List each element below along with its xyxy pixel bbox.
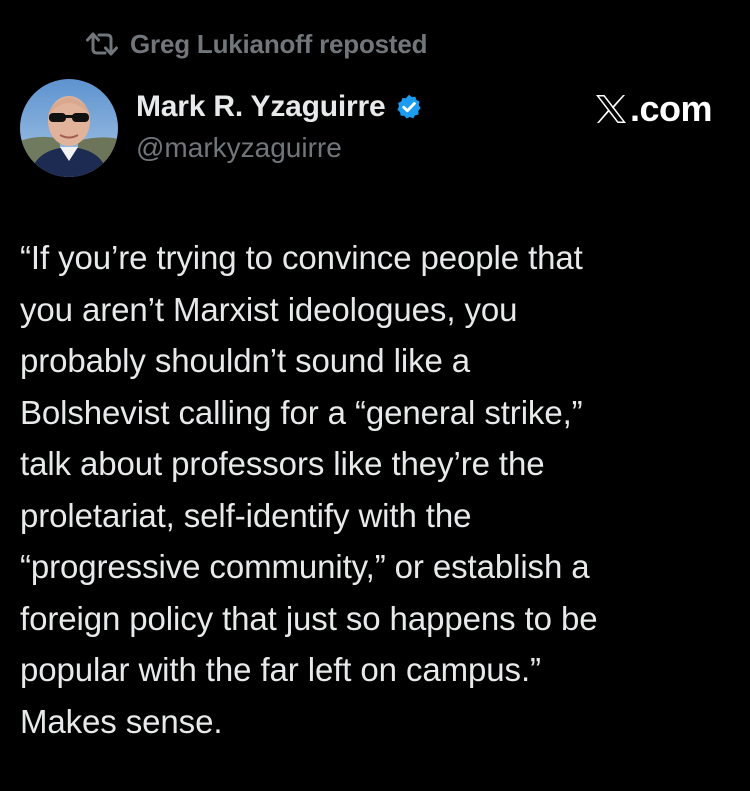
author-handle[interactable]: @markyzaguirre — [136, 132, 423, 164]
brand-watermark: .com — [594, 86, 713, 132]
x-logo-icon — [594, 93, 628, 125]
author-display-name[interactable]: Mark R. Yzaguirre — [136, 90, 386, 124]
repost-label: Greg Lukianoff reposted — [130, 28, 428, 59]
verified-badge-icon — [395, 93, 423, 121]
avatar[interactable] — [20, 79, 118, 177]
repost-icon — [86, 30, 118, 58]
post-text: “If you’re trying to convince people tha… — [20, 239, 598, 740]
author-info: Mark R. Yzaguirre @markyzaguirre — [136, 86, 423, 164]
repost-indicator[interactable]: Greg Lukianoff reposted — [86, 26, 428, 62]
brand-domain: .com — [629, 88, 713, 129]
